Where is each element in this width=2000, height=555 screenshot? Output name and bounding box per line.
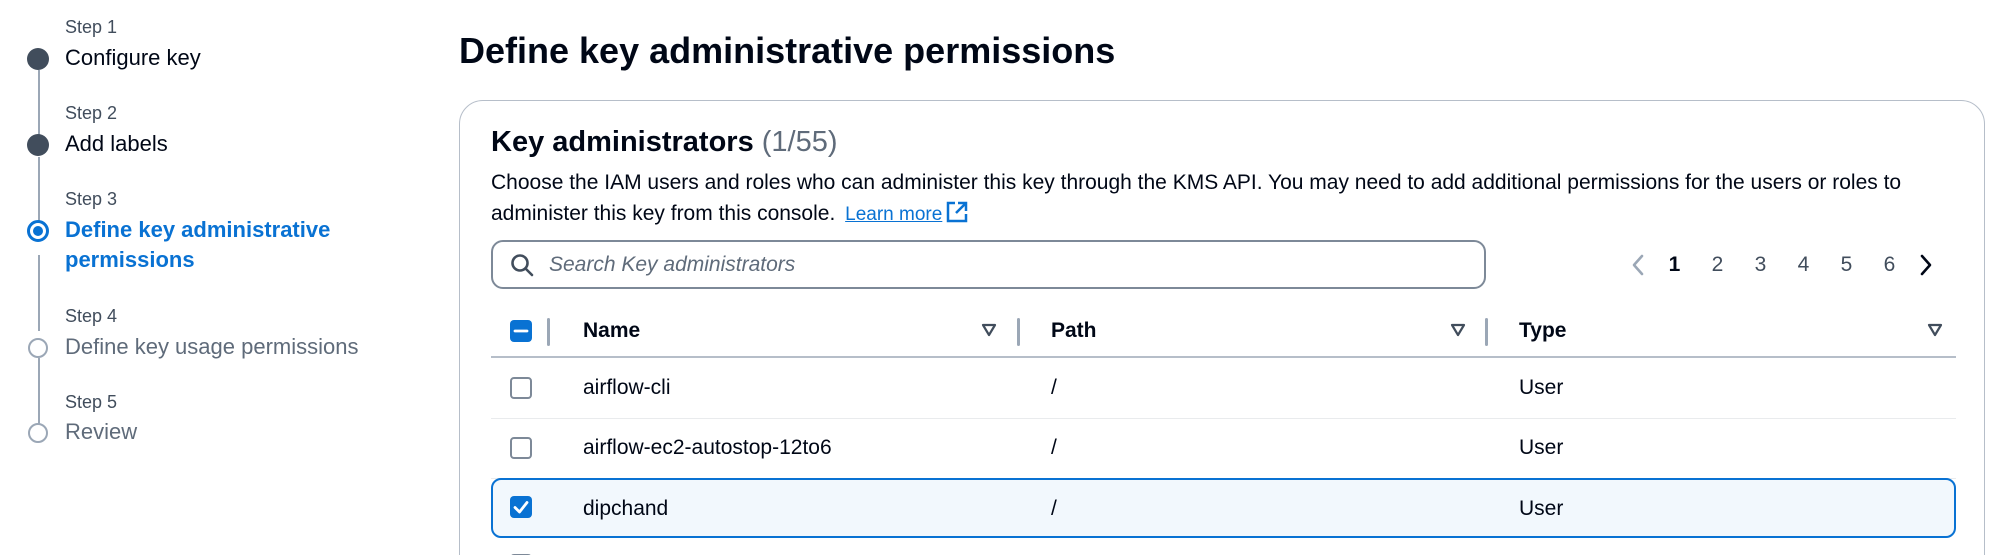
column-header-type[interactable]: Type	[1519, 306, 1566, 356]
column-divider[interactable]	[547, 318, 550, 346]
page-5-button[interactable]: 5	[1825, 253, 1868, 277]
sort-icon[interactable]	[1927, 323, 1943, 337]
section-title: Key administrators (1/55)	[491, 126, 838, 159]
step-4-number: Step 4	[65, 306, 118, 326]
sort-icon[interactable]	[1450, 323, 1466, 337]
column-divider[interactable]	[1485, 318, 1488, 346]
cell-name: airflow-cli	[583, 376, 671, 399]
cell-path: /	[1051, 497, 1057, 520]
minus-icon	[513, 329, 529, 333]
learn-more-link[interactable]: Learn more	[845, 204, 942, 225]
step-5-number: Step 5	[65, 392, 118, 412]
table-row[interactable]: airflow-cli / User	[491, 359, 1956, 419]
column-header-name[interactable]: Name	[583, 306, 640, 356]
step-connector	[38, 255, 40, 331]
cell-path: /	[1051, 376, 1057, 399]
column-header-path[interactable]: Path	[1051, 306, 1097, 356]
step-connector	[38, 70, 40, 136]
chevron-right-icon	[1920, 254, 1932, 276]
step-5-indicator	[28, 423, 48, 443]
chevron-left-icon	[1632, 254, 1644, 276]
cell-name: airflow-ec2-autostop-12to6	[583, 436, 832, 459]
page-6-button[interactable]: 6	[1868, 253, 1911, 277]
row-checkbox[interactable]	[510, 437, 532, 459]
step-1-number: Step 1	[65, 17, 118, 37]
table-header: Name Path Type	[491, 306, 1956, 358]
step-1-indicator	[27, 48, 49, 70]
step-connector	[38, 358, 40, 426]
select-all-checkbox[interactable]	[510, 320, 532, 342]
description-text: Choose the IAM users and roles who can a…	[491, 171, 1902, 225]
pagination: 1 2 3 4 5 6	[1623, 247, 1941, 283]
cell-type: User	[1519, 376, 1564, 399]
column-header-type-label: Type	[1519, 319, 1567, 342]
search-input[interactable]	[549, 252, 1449, 277]
search-box[interactable]	[491, 240, 1486, 289]
step-3-number: Step 3	[65, 189, 118, 209]
wizard-stepper: Step 1 Configure key Step 2 Add labels S…	[0, 0, 440, 555]
sort-icon[interactable]	[981, 323, 997, 337]
external-link-icon[interactable]	[946, 201, 968, 223]
check-icon	[513, 501, 529, 514]
table-row[interactable]: airflow-ec2-autostop-12to6 / User	[491, 419, 1956, 479]
column-header-name-label: Name	[583, 319, 641, 342]
step-2-indicator	[27, 134, 49, 156]
page-1-button[interactable]: 1	[1653, 253, 1696, 277]
step-4-indicator	[28, 338, 48, 358]
page-3-button[interactable]: 3	[1739, 253, 1782, 277]
step-2-number: Step 2	[65, 103, 118, 123]
cell-type: User	[1519, 436, 1564, 459]
section-title-text: Key administrators	[491, 126, 754, 158]
step-1-link[interactable]: Configure key	[65, 43, 201, 73]
table-row-selected[interactable]: dipchand / User	[491, 478, 1956, 538]
search-icon	[511, 253, 534, 276]
step-2-link[interactable]: Add labels	[65, 129, 168, 159]
page-title: Define key administrative permissions	[459, 30, 1116, 71]
step-4-title: Define key usage permissions	[65, 334, 359, 359]
step-3-indicator	[27, 220, 49, 242]
step-5-title: Review	[65, 419, 138, 444]
cell-path: /	[1051, 436, 1057, 459]
step-connector	[38, 157, 40, 223]
row-checkbox[interactable]	[510, 496, 532, 518]
section-description: Choose the IAM users and roles who can a…	[491, 167, 1971, 230]
previous-page-button[interactable]	[1623, 247, 1653, 283]
column-divider[interactable]	[1017, 318, 1020, 346]
key-administrators-container: Key administrators (1/55) Choose the IAM…	[459, 100, 1985, 555]
page-4-button[interactable]: 4	[1782, 253, 1825, 277]
row-checkbox[interactable]	[510, 377, 532, 399]
cell-type: User	[1519, 497, 1564, 520]
page-2-button[interactable]: 2	[1696, 253, 1739, 277]
cell-name: dipchand	[583, 497, 669, 520]
next-page-button[interactable]	[1911, 247, 1941, 283]
selection-count: (1/55)	[761, 126, 838, 158]
step-3-title: Define key administrative permissions	[65, 217, 331, 272]
column-header-path-label: Path	[1051, 319, 1097, 342]
